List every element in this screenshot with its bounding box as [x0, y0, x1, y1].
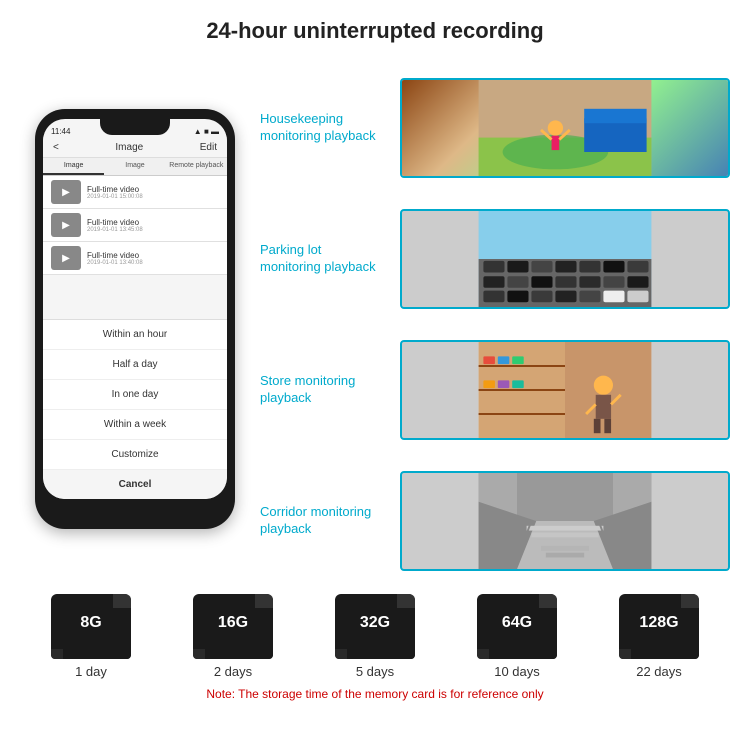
tab-image[interactable]: Image: [43, 158, 104, 175]
dropdown-item-4[interactable]: Customize: [43, 440, 227, 470]
sd-card-0: 8G: [51, 594, 131, 659]
sd-card-2: 32G: [335, 594, 415, 659]
storage-section: 8G 1 day 16G 2 days 32G 5 days 64G 10 da…: [0, 584, 750, 709]
sd-notch-1: [255, 594, 273, 608]
storage-item-3: 64G 10 days: [477, 594, 557, 679]
storage-days-2: 5 days: [356, 664, 394, 679]
storage-item-2: 32G 5 days: [335, 594, 415, 679]
parking-svg: [402, 211, 728, 307]
monitoring-label-2: Store monitoringplayback: [260, 373, 390, 407]
monitoring-photo-1: [400, 209, 730, 309]
phone-notch: [100, 119, 170, 135]
monitoring-label-0: Housekeepingmonitoring playback: [260, 111, 390, 145]
monitoring-photo-2: [400, 340, 730, 440]
monitoring-row-2: Store monitoringplayback: [260, 326, 730, 453]
dropdown-item-2[interactable]: In one day: [43, 380, 227, 410]
storage-days-1: 2 days: [214, 664, 252, 679]
video-item-2[interactable]: ▶ Full-time video 2019-01-01 13:45:08: [43, 209, 227, 242]
phone-top-bar: < Image Edit: [43, 138, 227, 158]
main-content: 11:44 ▲ ■ ▬ < Image Edit Image Image Rem…: [0, 54, 750, 584]
housekeeping-svg: [402, 80, 728, 176]
screen-title: Image: [115, 142, 143, 153]
sd-size-2: 32G: [360, 614, 390, 632]
monitoring-label-3: Corridor monitoringplayback: [260, 504, 390, 538]
phone-icons: ▲ ■ ▬: [194, 127, 219, 136]
store-svg: [402, 342, 728, 438]
storage-note: Note: The storage time of the memory car…: [20, 687, 730, 701]
phone-device: 11:44 ▲ ■ ▬ < Image Edit Image Image Rem…: [35, 109, 235, 529]
tab-remote-playback[interactable]: Remote playback: [166, 158, 227, 175]
storage-days-4: 22 days: [636, 664, 682, 679]
phone-time: 11:44: [51, 127, 70, 136]
dropdown-item-1[interactable]: Half a day: [43, 350, 227, 380]
tab-image2[interactable]: Image: [104, 158, 165, 175]
corridor-svg: [402, 473, 728, 569]
sd-card-4: 128G: [619, 594, 699, 659]
sd-size-1: 16G: [218, 614, 248, 632]
sd-size-4: 128G: [639, 614, 678, 632]
edit-button[interactable]: Edit: [200, 142, 217, 153]
video-date-2: 2019-01-01 13:45:08: [87, 227, 219, 233]
video-item-3[interactable]: ▶ Full-time video 2019-01-01 13:40:08: [43, 242, 227, 275]
phone-tabs: Image Image Remote playback: [43, 158, 227, 176]
dropdown-item-0[interactable]: Within an hour: [43, 320, 227, 350]
video-date-3: 2019-01-01 13:40:08: [87, 260, 219, 266]
monitoring-row-1: Parking lotmonitoring playback: [260, 195, 730, 322]
monitoring-label-1: Parking lotmonitoring playback: [260, 242, 390, 276]
video-info-1: Full-time video 2019-01-01 15:00:08: [87, 185, 219, 200]
video-title-1: Full-time video: [87, 185, 219, 194]
page-title: 24-hour uninterrupted recording: [0, 0, 750, 54]
monitoring-row-3: Corridor monitoringplayback: [260, 457, 730, 584]
storage-days-0: 1 day: [75, 664, 107, 679]
storage-cards: 8G 1 day 16G 2 days 32G 5 days 64G 10 da…: [20, 594, 730, 679]
monitoring-photo-0: [400, 78, 730, 178]
phone-screen: 11:44 ▲ ■ ▬ < Image Edit Image Image Rem…: [43, 119, 227, 499]
back-arrow[interactable]: <: [53, 142, 59, 153]
phone-mockup: 11:44 ▲ ■ ▬ < Image Edit Image Image Rem…: [20, 54, 250, 584]
storage-item-0: 8G 1 day: [51, 594, 131, 679]
storage-item-4: 128G 22 days: [619, 594, 699, 679]
video-item-1[interactable]: ▶ Full-time video 2019-01-01 15:00:08: [43, 176, 227, 209]
sd-notch-2: [397, 594, 415, 608]
monitoring-section: Housekeepingmonitoring playback: [260, 54, 730, 584]
sd-notch-3: [539, 594, 557, 608]
photo-housekeeping-img: [402, 80, 728, 176]
sd-notch-0: [113, 594, 131, 608]
sd-size-0: 8G: [80, 614, 101, 632]
sd-notch-4: [681, 594, 699, 608]
dropdown-menu: Within an hour Half a day In one day Wit…: [43, 319, 227, 499]
video-date-1: 2019-01-01 15:00:08: [87, 194, 219, 200]
dropdown-item-3[interactable]: Within a week: [43, 410, 227, 440]
video-title-3: Full-time video: [87, 251, 219, 260]
sd-card-3: 64G: [477, 594, 557, 659]
video-info-3: Full-time video 2019-01-01 13:40:08: [87, 251, 219, 266]
video-thumb-3: ▶: [51, 246, 81, 270]
sd-card-1: 16G: [193, 594, 273, 659]
video-thumb-2: ▶: [51, 213, 81, 237]
video-title-2: Full-time video: [87, 218, 219, 227]
storage-days-3: 10 days: [494, 664, 540, 679]
storage-item-1: 16G 2 days: [193, 594, 273, 679]
video-info-2: Full-time video 2019-01-01 13:45:08: [87, 218, 219, 233]
cancel-button[interactable]: Cancel: [43, 470, 227, 499]
monitoring-photo-3: [400, 471, 730, 571]
video-thumb-1: ▶: [51, 180, 81, 204]
sd-size-3: 64G: [502, 614, 532, 632]
monitoring-row-0: Housekeepingmonitoring playback: [260, 64, 730, 191]
